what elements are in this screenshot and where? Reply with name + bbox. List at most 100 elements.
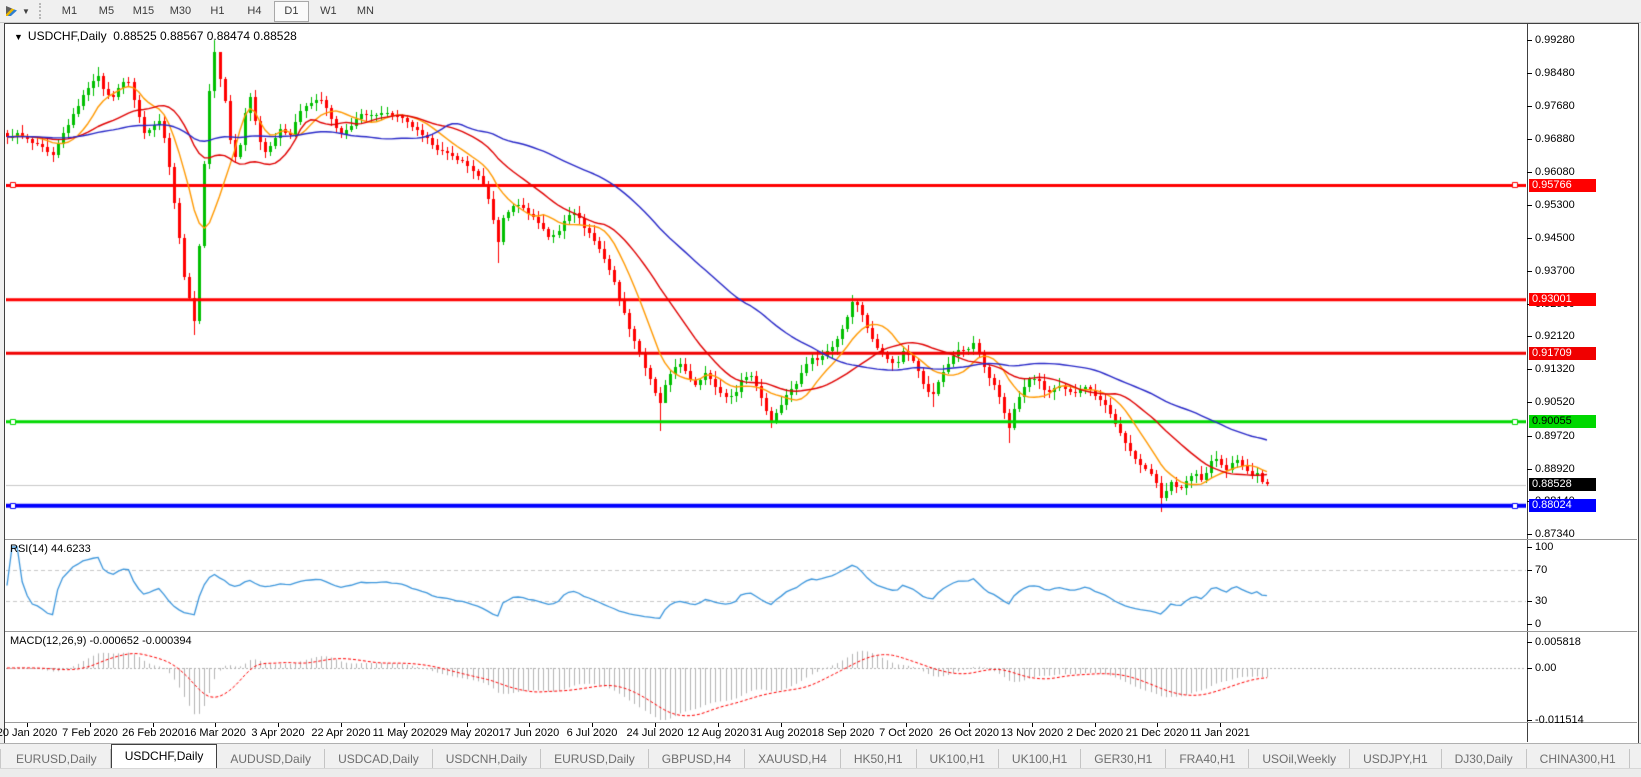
symbol-tab-hk50-h1[interactable]: HK50,H1: [841, 749, 917, 769]
date-tick-label: 26 Oct 2020: [939, 727, 999, 739]
macd-scale-label: -0.011514: [1535, 713, 1584, 726]
timeframe-button-w1[interactable]: W1: [311, 1, 346, 22]
symbol-tab-usdjpy-h1[interactable]: USDJPY,H1: [1350, 749, 1442, 769]
price-tick-mark: [1527, 469, 1532, 470]
price-tick-label: 0.92120: [1535, 330, 1575, 342]
timeframe-button-m1[interactable]: M1: [52, 1, 87, 22]
price-tick-mark: [1527, 172, 1532, 173]
line-price-label: 0.90055: [1529, 415, 1596, 429]
symbol-tab-gbpusd-h4[interactable]: GBPUSD,H4: [649, 749, 746, 769]
price-tick-mark: [1527, 271, 1532, 272]
rsi-panel-canvas[interactable]: [6, 541, 1526, 630]
rsi-scale-label: 100: [1535, 541, 1554, 553]
date-tick-label: 17 Jun 2020: [498, 727, 560, 739]
macd-indicator-label: MACD(12,26,9) -0.000652 -0.000394: [10, 635, 192, 647]
timeframe-button-mn[interactable]: MN: [348, 1, 383, 22]
symbol-tab-fra40-h1[interactable]: FRA40,H1: [1166, 749, 1250, 769]
price-tick-mark: [1527, 369, 1532, 370]
symbol-tab-usdcad-daily[interactable]: USDCAD,Daily: [325, 749, 433, 769]
macd-tick-mark: [1527, 668, 1532, 669]
symbol-tab-uk100-h1[interactable]: UK100,H1: [917, 749, 999, 769]
symbol-tab-china300-h1[interactable]: CHINA300,H1: [1527, 749, 1630, 769]
main-chart-canvas[interactable]: [6, 25, 1526, 539]
symbol-tab-usoil-[interactable]: USOil,: [1630, 749, 1641, 769]
price-tick-label: 0.89720: [1535, 430, 1575, 442]
drawing-tool-icon: [4, 4, 20, 18]
line-price-label: 0.95766: [1529, 178, 1596, 192]
price-tick-mark: [1527, 139, 1532, 140]
date-tick-label: 20 Jan 2020: [0, 727, 58, 739]
macd-scale-label: 0.00: [1535, 662, 1557, 674]
timeframe-button-h4[interactable]: H4: [237, 1, 272, 22]
panel-separator-dates: [5, 722, 1637, 723]
chart-ohlc-values: 0.88525 0.88567 0.88474 0.88528: [113, 29, 297, 43]
date-tick-label: 21 Dec 2020: [1125, 727, 1189, 739]
date-tick-label: 3 Apr 2020: [251, 727, 305, 739]
date-tick-label: 11 Jan 2021: [1190, 727, 1250, 739]
price-tick-mark: [1527, 40, 1532, 41]
chart-symbol-label: USDCHF,Daily: [27, 29, 107, 43]
symbol-tab-dj30-daily[interactable]: DJ30,Daily: [1442, 749, 1527, 769]
date-tick-label: 31 Aug 2020: [750, 727, 812, 739]
rsi-scale-label: 30: [1535, 594, 1548, 607]
symbol-tab-usdchf-daily[interactable]: USDCHF,Daily: [110, 744, 218, 769]
symbol-tab-eurusd-daily[interactable]: EURUSD,Daily: [541, 749, 649, 769]
date-tick-label: 6 Jul 2020: [566, 727, 618, 739]
chevron-down-icon[interactable]: ▼: [22, 7, 30, 16]
price-tick-mark: [1527, 402, 1532, 403]
date-tick-label: 13 Nov 2020: [1000, 727, 1064, 739]
price-tick-mark: [1527, 534, 1532, 535]
macd-tick-mark: [1527, 642, 1532, 643]
chevron-down-icon[interactable]: ▼: [14, 32, 23, 42]
line-price-label: 0.91709: [1529, 346, 1596, 360]
rsi-tick-mark: [1527, 547, 1532, 548]
chart-title: ▼ USDCHF,Daily 0.88525 0.88567 0.88474 0.…: [14, 29, 297, 43]
symbol-tab-usoil-weekly[interactable]: USOil,Weekly: [1249, 749, 1351, 769]
top-toolbar: ▼ M1 M5 M15 M30 H1 H4 D1 W1 MN: [0, 0, 1641, 23]
price-tick-label: 0.96880: [1535, 133, 1575, 145]
price-tick-label: 0.97680: [1535, 100, 1575, 112]
timeframe-button-m30[interactable]: M30: [163, 1, 198, 22]
rsi-scale-label: 0: [1535, 618, 1542, 630]
price-tick-label: 0.87340: [1535, 528, 1575, 540]
price-tick-mark: [1527, 106, 1532, 107]
timeframe-button-group: M1 M5 M15 M30 H1 H4 D1 W1 MN: [51, 0, 384, 22]
timeframe-button-h1[interactable]: H1: [200, 1, 235, 22]
symbol-tab-ger30-h1[interactable]: GER30,H1: [1081, 749, 1167, 769]
date-tick-label: 11 May 2020: [372, 727, 436, 739]
toolbar-separator: [38, 3, 46, 19]
drawing-tool-button[interactable]: ▼: [0, 0, 34, 22]
tab-bar-lead: [0, 749, 1, 769]
symbol-tab-xauusd-h4[interactable]: XAUUSD,H4: [745, 749, 841, 769]
rsi-tick-mark: [1527, 624, 1532, 625]
symbol-tab-usdcnh-daily[interactable]: USDCNH,Daily: [433, 749, 542, 769]
symbol-tab-audusd-daily[interactable]: AUDUSD,Daily: [217, 749, 326, 769]
price-tick-label: 0.99280: [1535, 34, 1575, 46]
price-tick-label: 0.96080: [1535, 166, 1575, 178]
panel-separator-rsi[interactable]: [5, 539, 1637, 540]
price-tick-label: 0.88920: [1535, 463, 1575, 475]
symbol-tab-bar: EURUSD,Daily USDCHF,Daily AUDUSD,Daily USDC…: [0, 743, 1641, 769]
price-tick-label: 0.93700: [1535, 265, 1575, 277]
symbol-tab-uk100-h1[interactable]: UK100,H1: [999, 749, 1082, 769]
line-price-label: 0.88024: [1529, 499, 1596, 513]
date-tick-label: 18 Sep 2020: [811, 727, 875, 739]
price-tick-mark: [1527, 73, 1532, 74]
rsi-indicator-label: RSI(14) 44.6233: [10, 543, 91, 555]
timeframe-button-d1[interactable]: D1: [273, 0, 309, 22]
rsi-tick-mark: [1527, 601, 1532, 602]
current-price-label: 0.88528: [1529, 478, 1596, 492]
price-tick-label: 0.98480: [1535, 67, 1575, 79]
date-tick-label: 12 Aug 2020: [687, 727, 749, 739]
price-tick-mark: [1527, 336, 1532, 337]
price-axis-line: [1527, 24, 1528, 742]
symbol-tab-eurusd-daily[interactable]: EURUSD,Daily: [3, 749, 111, 769]
line-price-label: 0.93001: [1529, 293, 1596, 307]
date-tick-label: 7 Feb 2020: [62, 727, 118, 739]
timeframe-button-m15[interactable]: M15: [126, 1, 161, 22]
panel-separator-macd[interactable]: [5, 631, 1637, 632]
price-tick-label: 0.91320: [1535, 363, 1575, 375]
price-tick-mark: [1527, 436, 1532, 437]
macd-panel-canvas[interactable]: [6, 632, 1526, 721]
timeframe-button-m5[interactable]: M5: [89, 1, 124, 22]
